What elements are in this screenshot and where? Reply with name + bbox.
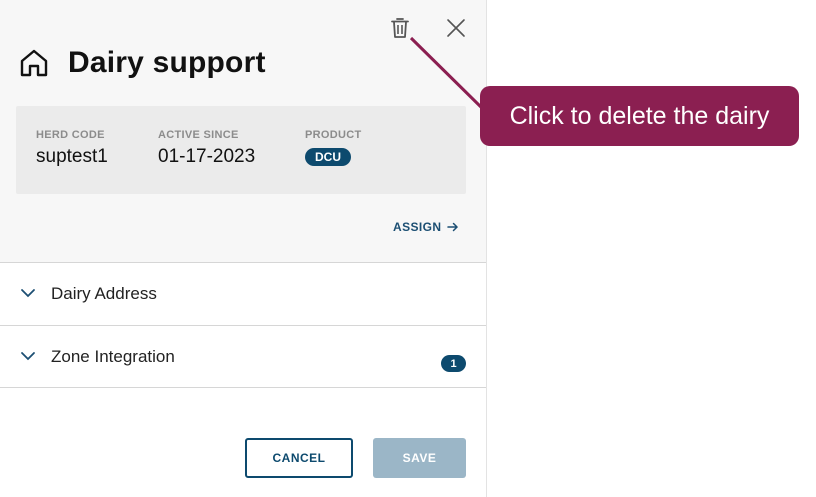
callout-tooltip: Click to delete the dairy [480, 86, 799, 146]
callout-pointer-line [409, 36, 486, 112]
callout-text: Click to delete the dairy [509, 101, 770, 130]
